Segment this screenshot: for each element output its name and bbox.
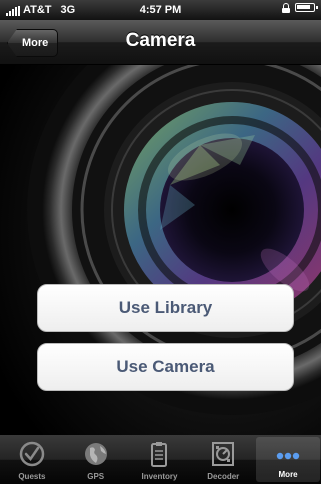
- decoder-icon: [212, 442, 235, 466]
- tab-label-decoder: Decoder: [207, 472, 240, 481]
- tab-label-inventory: Inventory: [141, 472, 178, 481]
- page-title: Camera: [125, 30, 196, 51]
- tab-label-quests: Quests: [18, 472, 46, 481]
- tab-gps[interactable]: GPS: [64, 435, 128, 484]
- more-dots-icon: [276, 452, 300, 460]
- status-bar: AT&T 3G 4:57 PM: [0, 0, 321, 20]
- lock-icon: [282, 3, 290, 13]
- tab-label-more: More: [278, 470, 298, 479]
- content-area: Use Library Use Camera: [0, 65, 321, 435]
- tab-more[interactable]: More: [256, 437, 320, 482]
- tab-label-gps: GPS: [87, 472, 105, 481]
- globe-icon: [84, 443, 107, 465]
- navigation-bar: More Camera: [0, 20, 321, 65]
- tab-decoder[interactable]: Decoder: [191, 435, 255, 484]
- use-camera-button[interactable]: Use Camera: [37, 343, 294, 391]
- status-time: 4:57 PM: [139, 4, 182, 16]
- use-library-button[interactable]: Use Library: [37, 284, 294, 332]
- tab-quests[interactable]: Quests: [0, 435, 64, 484]
- tab-inventory[interactable]: Inventory: [128, 435, 192, 484]
- status-right: [282, 3, 318, 13]
- battery-icon: [295, 3, 318, 12]
- tab-bar: Quests GPS Inventory Decoder More: [0, 435, 321, 484]
- checkmark-circle-icon: [19, 441, 45, 467]
- clipboard-icon: [151, 442, 168, 467]
